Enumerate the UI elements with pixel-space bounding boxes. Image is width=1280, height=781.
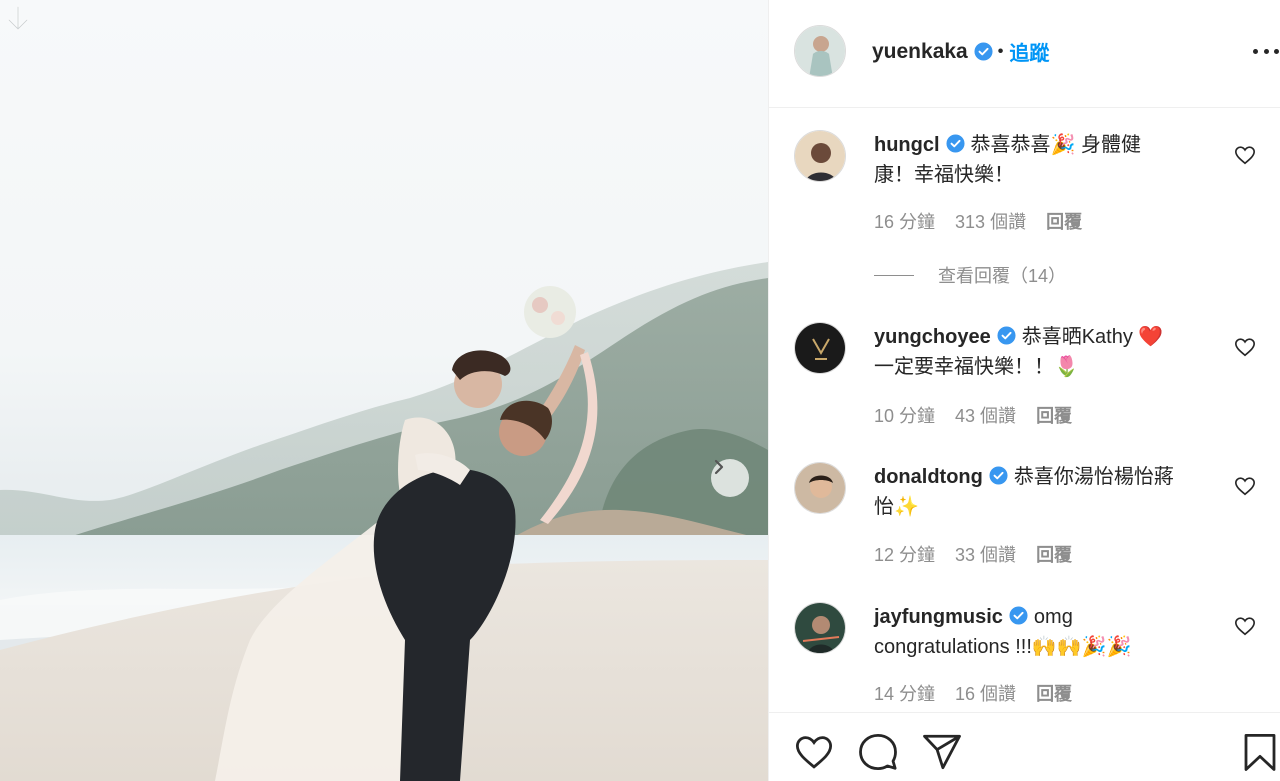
verified-badge-icon xyxy=(997,326,1016,345)
comment-meta: 10 分鐘 43 個讚 回覆 xyxy=(874,402,1072,428)
comment-likes[interactable]: 43 個讚 xyxy=(955,402,1016,428)
author-avatar[interactable] xyxy=(794,25,846,77)
post-photo xyxy=(0,0,768,781)
comment-body-line: omg xyxy=(1033,606,1073,628)
reply-button[interactable]: 回覆 xyxy=(1036,680,1072,706)
comment-likes[interactable]: 16 個讚 xyxy=(955,680,1016,706)
verified-badge-icon xyxy=(946,134,965,153)
comment-text: donaldtong 恭喜你湯怡楊怡蔣 怡✨ xyxy=(874,462,1204,522)
more-options-icon[interactable] xyxy=(1253,44,1279,58)
comment-likes[interactable]: 33 個讚 xyxy=(955,541,1016,567)
comment-username[interactable]: donaldtong xyxy=(874,466,983,488)
comment-username[interactable]: yungchoyee xyxy=(874,326,991,348)
reply-button[interactable]: 回覆 xyxy=(1046,208,1082,234)
commenter-avatar[interactable] xyxy=(794,602,846,654)
verified-badge-icon xyxy=(974,42,993,61)
comment-username[interactable]: jayfungmusic xyxy=(874,606,1003,628)
paper-plane-icon[interactable] xyxy=(921,731,963,773)
comment-text: hungcl 恭喜恭喜🎉 身體健 康！幸福快樂！ xyxy=(874,130,1204,190)
wedding-beach-photo xyxy=(0,262,768,781)
author-line: yuenkaka • 追蹤 xyxy=(872,37,1049,66)
divider-line xyxy=(874,274,914,276)
comment-body-line: 恭喜晒Kathy ❤️ xyxy=(1021,326,1164,348)
comment-likes[interactable]: 313 個讚 xyxy=(955,208,1026,234)
view-replies-label: 查看回覆（14） xyxy=(938,266,1067,286)
comment-time[interactable]: 12 分鐘 xyxy=(874,541,935,567)
like-comment-heart-icon[interactable] xyxy=(1234,336,1256,358)
comment-body-line: 一定要幸福快樂！！🌷 xyxy=(874,356,1079,378)
comment-body-line: congratulations !!!🙌🙌🎉🎉 xyxy=(874,636,1132,658)
post-header: yuenkaka • 追蹤 xyxy=(769,0,1280,108)
post-side-panel: yuenkaka • 追蹤 hungcl 恭喜恭喜🎉 身體健 康！幸福快樂！ 1… xyxy=(768,0,1280,781)
download-icon[interactable] xyxy=(4,4,32,34)
comment-text: jayfungmusic omg congratulations !!!🙌🙌🎉🎉 xyxy=(874,602,1204,662)
reply-button[interactable]: 回覆 xyxy=(1036,541,1072,567)
commenter-avatar[interactable] xyxy=(794,462,846,514)
like-comment-heart-icon[interactable] xyxy=(1234,615,1256,637)
comment-body-line: 康！幸福快樂！ xyxy=(874,164,1014,186)
verified-badge-icon xyxy=(989,466,1008,485)
like-heart-icon[interactable] xyxy=(793,731,835,773)
like-comment-heart-icon[interactable] xyxy=(1234,144,1256,166)
comment-body-line: 恭喜恭喜🎉 身體健 xyxy=(970,134,1142,156)
bookmark-icon[interactable] xyxy=(1239,731,1280,773)
like-comment-heart-icon[interactable] xyxy=(1234,475,1256,497)
comment-bubble-icon[interactable] xyxy=(857,731,899,773)
comment-meta: 16 分鐘 313 個讚 回覆 xyxy=(874,208,1082,234)
follow-button[interactable]: 追蹤 xyxy=(1009,37,1049,66)
comment-body-line: 怡✨ xyxy=(874,496,919,518)
next-photo-button[interactable] xyxy=(711,459,749,497)
chevron-right-icon xyxy=(714,459,724,475)
comment-body-line: 恭喜你湯怡楊怡蔣 xyxy=(1013,466,1174,488)
comment-time[interactable]: 16 分鐘 xyxy=(874,208,935,234)
separator-dot: • xyxy=(997,42,1004,60)
verified-badge-icon xyxy=(1009,606,1028,625)
comment-time[interactable]: 10 分鐘 xyxy=(874,402,935,428)
comment-time[interactable]: 14 分鐘 xyxy=(874,680,935,706)
author-username[interactable]: yuenkaka xyxy=(872,40,968,64)
reply-button[interactable]: 回覆 xyxy=(1036,402,1072,428)
comment-meta: 14 分鐘 16 個讚 回覆 xyxy=(874,680,1072,706)
post-action-bar xyxy=(769,712,1280,781)
view-replies-button[interactable]: 查看回覆（14） xyxy=(874,262,1066,288)
comment-meta: 12 分鐘 33 個讚 回覆 xyxy=(874,541,1072,567)
comment-username[interactable]: hungcl xyxy=(874,134,940,156)
commenter-avatar[interactable] xyxy=(794,322,846,374)
commenter-avatar[interactable] xyxy=(794,130,846,182)
comment-text: yungchoyee 恭喜晒Kathy ❤️ 一定要幸福快樂！！🌷 xyxy=(874,322,1204,382)
